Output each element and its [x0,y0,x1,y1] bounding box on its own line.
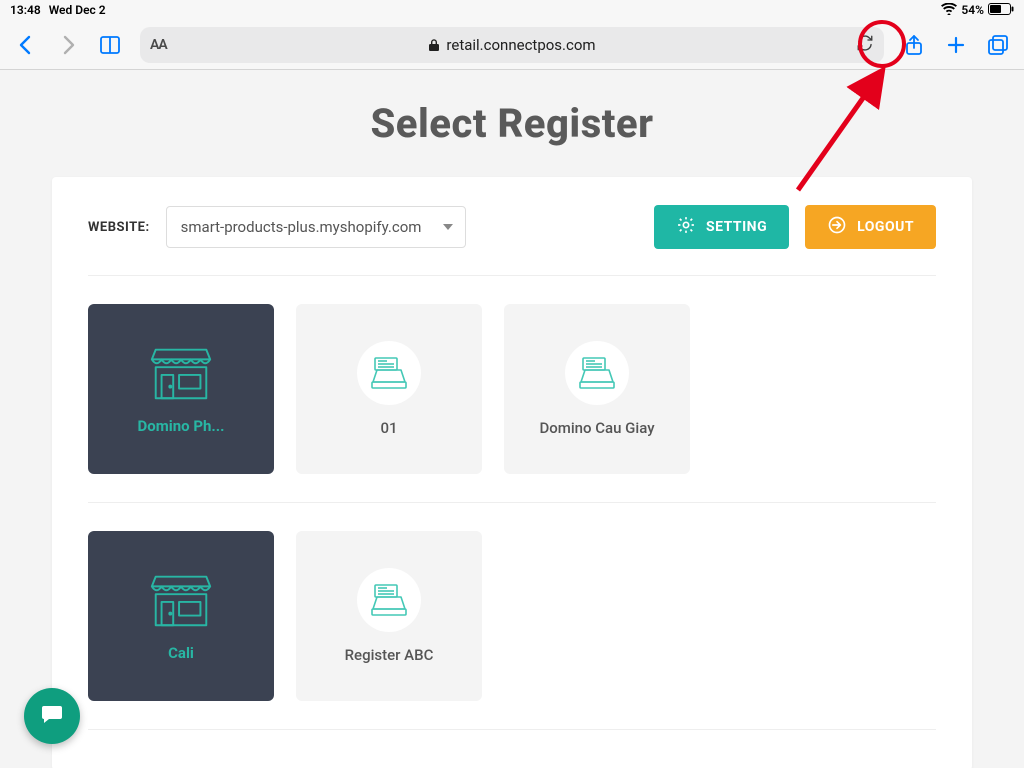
logout-label: LOGOUT [857,219,914,235]
battery-icon [988,3,1014,18]
page-content: Select Register WEBSITE: smart-products-… [0,70,1024,768]
register-icon [357,341,421,405]
register-group: Domino Ph... 01 [88,276,936,503]
bookmarks-button[interactable] [98,33,122,57]
store-name: Domino Ph... [138,417,225,435]
register-name: Register ABC [345,646,434,664]
store-icon [146,570,216,630]
forward-button[interactable] [56,33,80,57]
url-host: retail.connectpos.com [140,36,884,54]
setting-label: SETTING [706,219,767,235]
register-name: Domino Cau Giay [539,419,654,437]
chat-widget[interactable] [24,688,80,744]
register-tile[interactable]: Domino Cau Giay [504,304,690,474]
ios-status-bar: 13:48 Wed Dec 2 54% [0,0,1024,20]
wifi-icon [941,3,957,18]
register-icon [565,341,629,405]
main-card: WEBSITE: smart-products-plus.myshopify.c… [52,177,972,768]
battery-pct: 54% [961,3,984,17]
lock-icon [428,38,440,52]
new-tab-button[interactable] [944,33,968,57]
website-select-value: smart-products-plus.myshopify.com [181,218,422,236]
address-bar[interactable]: AA retail.connectpos.com [140,27,884,63]
store-tile[interactable]: Domino Ph... [88,304,274,474]
chat-icon [40,702,64,730]
logout-icon [827,215,847,239]
share-button[interactable] [902,33,926,57]
top-controls: WEBSITE: smart-products-plus.myshopify.c… [88,205,936,276]
register-icon [357,568,421,632]
status-time: 13:48 [10,3,41,17]
setting-button[interactable]: SETTING [654,205,789,249]
status-date: Wed Dec 2 [49,3,106,17]
safari-toolbar: AA retail.connectpos.com [0,20,1024,70]
store-tile[interactable]: Cali [88,531,274,701]
page-title: Select Register [0,100,1024,147]
register-tile[interactable]: 01 [296,304,482,474]
gear-icon [676,215,696,239]
tabs-button[interactable] [986,33,1010,57]
register-tile[interactable]: Register ABC [296,531,482,701]
register-group: Cali Register ABC [88,503,936,730]
register-name: 01 [380,419,397,437]
website-label: WEBSITE: [88,220,150,235]
back-button[interactable] [14,33,38,57]
store-icon [146,343,216,403]
store-name: Cali [168,644,194,662]
website-select[interactable]: smart-products-plus.myshopify.com [166,206,466,248]
logout-button[interactable]: LOGOUT [805,205,936,249]
